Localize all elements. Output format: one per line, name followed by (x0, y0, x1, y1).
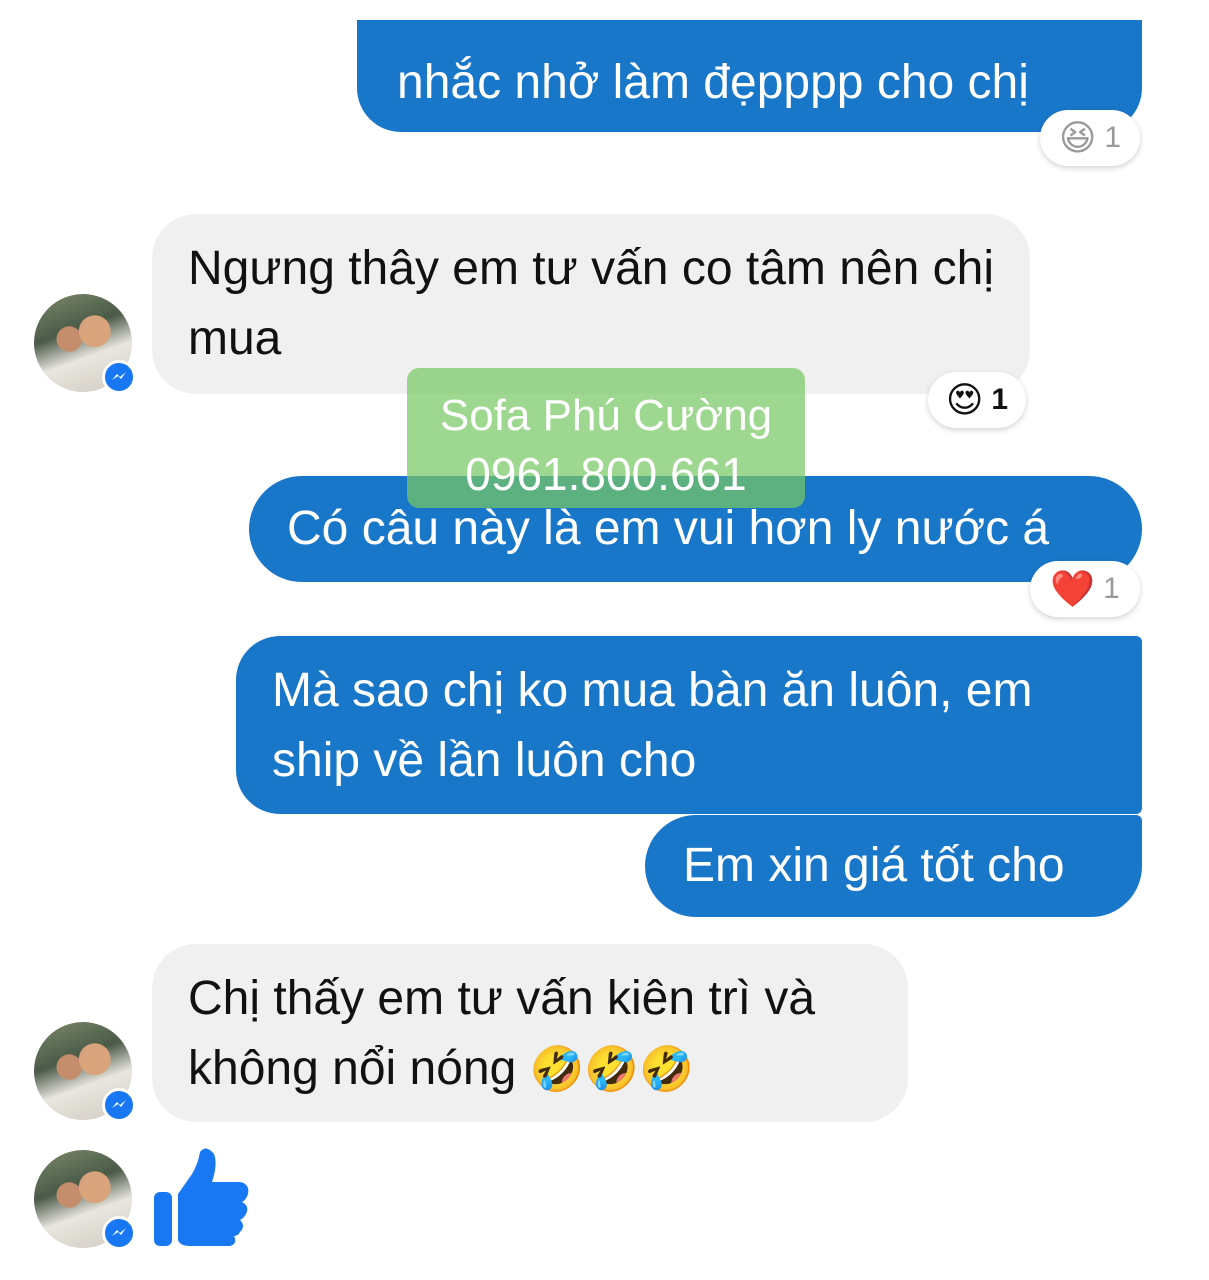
message-text: Chị thấy em tư vấn kiên trì và không nổi… (188, 972, 816, 1095)
message-text: Có câu này là em vui hơn ly nước á (287, 502, 1050, 555)
red-heart-icon: ❤️ (1050, 568, 1096, 609)
reaction-count: 1 (1103, 572, 1120, 605)
message-bubble-outgoing[interactable]: Em xin giá tốt cho (645, 815, 1142, 917)
heart-eyes-emoji-icon: 😍 (945, 379, 984, 420)
message-text: Mà sao chị ko mua bàn ăn luôn, em ship v… (272, 664, 1033, 787)
message-bubble-outgoing[interactable]: Mà sao chị ko mua bàn ăn luôn, em ship v… (236, 636, 1142, 814)
avatar[interactable] (34, 1022, 136, 1122)
message-bubble-outgoing[interactable]: nhắc nhở làm đẹpppp cho chị (357, 20, 1142, 132)
watermark-phone: 0961.800.661 (465, 448, 747, 500)
grinning-squinting-emoji-icon: 😆 (1058, 117, 1097, 158)
messenger-icon (102, 1216, 136, 1250)
reaction-badge[interactable]: 😆 1 (1040, 110, 1140, 166)
messenger-icon (102, 1088, 136, 1122)
reaction-count: 1 (991, 383, 1009, 416)
message-text: nhắc nhở làm đẹpppp cho chị (397, 56, 1029, 109)
thumbs-up-icon[interactable] (150, 1146, 250, 1250)
watermark-name: Sofa Phú Cường (439, 391, 773, 440)
avatar[interactable] (34, 1150, 136, 1250)
message-text: Em xin giá tốt cho (683, 839, 1065, 892)
rolling-laughing-emoji-icon: 🤣🤣🤣 (529, 1045, 694, 1094)
avatar[interactable] (34, 294, 136, 394)
message-bubble-incoming[interactable]: Ngưng thây em tư vấn co tâm nên chị mua (152, 214, 1030, 394)
messenger-icon (102, 360, 136, 394)
message-bubble-incoming[interactable]: Chị thấy em tư vấn kiên trì và không nổi… (152, 944, 908, 1122)
reaction-count: 1 (1104, 121, 1122, 154)
message-text: Ngưng thây em tư vấn co tâm nên chị mua (188, 242, 994, 365)
reaction-badge[interactable]: 😍 1 (928, 372, 1026, 428)
watermark: Sofa Phú Cường 0961.800.661 (407, 368, 805, 508)
reaction-badge[interactable]: ❤️ 1 (1030, 561, 1140, 617)
